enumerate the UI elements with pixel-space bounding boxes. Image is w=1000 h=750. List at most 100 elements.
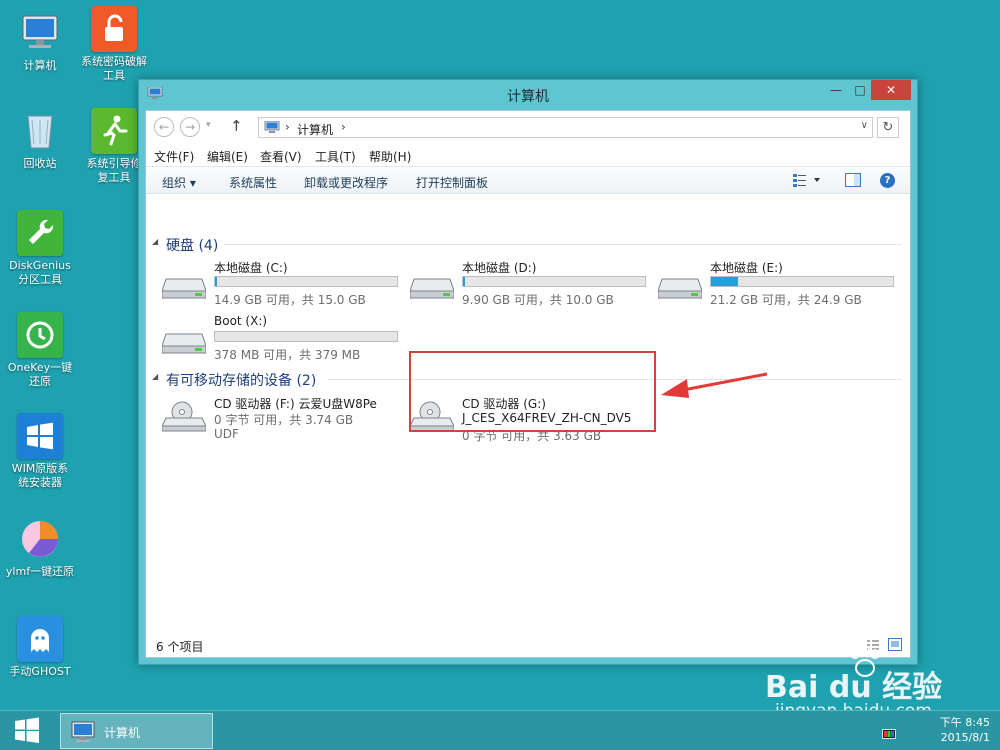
menu-edit[interactable]: 编辑(E)	[207, 148, 248, 165]
up-button[interactable]: ↑	[230, 117, 243, 135]
desktop-icon-password-tool[interactable]: 系统密码破解 工具	[74, 6, 154, 83]
explorer-window: 计算机 — □ ✕ ← → ▾ ↑ › 计算机 › ∨ ↻ 文件(F) 编辑(E…	[138, 79, 918, 665]
close-button[interactable]: ✕	[871, 80, 911, 100]
drive-name: 本地磁盘 (D:)	[462, 261, 537, 275]
drive-usage-bar	[214, 276, 398, 287]
preview-pane-icon[interactable]	[845, 173, 861, 187]
wrench-icon	[17, 210, 63, 256]
computer-icon	[17, 10, 63, 56]
minimize-button[interactable]: —	[823, 80, 849, 100]
cd-drive-icon	[162, 401, 206, 432]
menu-tools[interactable]: 工具(T)	[315, 148, 356, 165]
drive-f[interactable]: CD 驱动器 (F:) 云爱U盘W8Pe 0 字节 可用，共 3.74 GB U…	[162, 395, 402, 445]
hard-drive-icon	[162, 278, 206, 299]
desktop-icon-label: 计算机	[23, 59, 57, 72]
address-row: ← → ▾ ↑ › 计算机 › ∨ ↻	[146, 111, 910, 143]
desktop-icon-manual-ghost[interactable]: 手动GHOST	[0, 616, 80, 679]
desktop-icon-wim-installer[interactable]: WIM原版系 统安装器	[0, 413, 80, 490]
menu-help[interactable]: 帮助(H)	[369, 148, 411, 165]
desktop-icon-label: OneKey一键 还原	[7, 361, 73, 388]
status-bar: 6 个项目	[146, 635, 910, 657]
organize-button[interactable]: 组织 ▾	[162, 174, 196, 191]
pie-icon	[17, 516, 63, 562]
group-collapse-icon[interactable]: ◢	[152, 372, 158, 381]
taskbar: 计算机 下午 8:45 2015/8/1	[0, 710, 1000, 750]
windows-logo-icon	[15, 717, 39, 743]
command-bar: 组织 ▾ 系统属性 卸载或更改程序 打开控制面板 ?	[146, 166, 910, 194]
unlock-icon	[91, 6, 137, 52]
uninstall-program-button[interactable]: 卸载或更改程序	[304, 174, 388, 191]
address-dropdown-icon[interactable]: ∨	[861, 120, 868, 131]
desktop-icon-onekey[interactable]: OneKey一键 还原	[0, 312, 80, 389]
drive-name: 本地磁盘 (E:)	[710, 261, 783, 275]
desktop-icon-label: ylmf一键还原	[5, 565, 75, 578]
help-icon[interactable]: ?	[880, 173, 895, 188]
change-view-icon[interactable]	[792, 172, 822, 188]
breadcrumb-computer[interactable]: 计算机	[297, 121, 333, 138]
drive-usage-fill	[215, 277, 217, 286]
drive-free-space: 0 字节 可用，共 3.74 GB	[214, 413, 354, 427]
desktop-icon-computer[interactable]: 计算机	[0, 10, 80, 73]
taskbar-item-label: 计算机	[104, 726, 141, 740]
menu-file[interactable]: 文件(F)	[154, 148, 194, 165]
drive-usage-bar	[710, 276, 894, 287]
drive-d[interactable]: 本地磁盘 (D:) 9.90 GB 可用，共 10.0 GB	[410, 259, 650, 309]
system-clock[interactable]: 下午 8:45 2015/8/1	[940, 715, 990, 745]
back-button[interactable]: ←	[154, 117, 174, 137]
desktop-icon-label: 手动GHOST	[9, 665, 71, 678]
desktop-icon-diskgenius[interactable]: DiskGenius 分区工具	[0, 210, 80, 287]
baidu-brand: Bai du 经验	[765, 670, 943, 705]
desktop-icon-recycle-bin[interactable]: 回收站	[0, 108, 80, 171]
drive-usage-fill	[711, 277, 739, 286]
window-title: 计算机	[507, 89, 549, 105]
recycle-bin-icon	[17, 108, 63, 154]
drive-free-space: 378 MB 可用，共 379 MB	[214, 348, 361, 362]
drive-usage-bar	[462, 276, 646, 287]
clock-time: 下午 8:45	[939, 716, 990, 729]
system-properties-button[interactable]: 系统属性	[229, 174, 277, 191]
start-button[interactable]	[14, 717, 40, 743]
address-bar[interactable]: › 计算机 › ∨	[258, 117, 873, 138]
drive-name: Boot (X:)	[214, 314, 268, 328]
recent-locations-button[interactable]: ▾	[206, 120, 211, 130]
desktop-icon-label: 回收站	[23, 157, 57, 170]
large-icons-view-icon[interactable]	[888, 638, 902, 651]
restore-clock-icon	[17, 312, 63, 358]
display-icon[interactable]	[882, 729, 896, 741]
menu-view[interactable]: 查看(V)	[260, 148, 302, 165]
drive-free-space: 21.2 GB 可用，共 24.9 GB	[710, 293, 862, 307]
hard-drive-icon	[658, 278, 702, 299]
computer-icon	[71, 721, 95, 742]
drive-usage-fill	[463, 277, 465, 286]
computer-icon	[264, 121, 280, 133]
desktop-icon-label: WIM原版系 统安装器	[11, 462, 69, 489]
drive-c[interactable]: 本地磁盘 (C:) 14.9 GB 可用，共 15.0 GB	[162, 259, 402, 309]
item-count: 6 个项目	[156, 640, 204, 654]
group-divider	[224, 244, 902, 245]
maximize-button[interactable]: □	[849, 80, 871, 100]
drive-e[interactable]: 本地磁盘 (E:) 21.2 GB 可用，共 24.9 GB	[658, 259, 898, 309]
group-collapse-icon[interactable]: ◢	[152, 237, 158, 246]
drive-usage-bar	[214, 331, 398, 342]
drive-free-space: 14.9 GB 可用，共 15.0 GB	[214, 293, 366, 307]
drive-name: 本地磁盘 (C:)	[214, 261, 288, 275]
highlight-box	[409, 351, 656, 432]
ghost-icon	[17, 616, 63, 662]
running-man-icon	[91, 108, 137, 154]
annotation-arrow	[661, 372, 768, 398]
hard-drive-icon	[162, 333, 206, 354]
drive-free-space: 9.90 GB 可用，共 10.0 GB	[462, 293, 614, 307]
refresh-button[interactable]: ↻	[877, 117, 899, 138]
group-header-hard-disks[interactable]: 硬盘 (4)	[166, 235, 218, 255]
desktop-icon-label: DiskGenius 分区工具	[9, 259, 71, 286]
forward-button[interactable]: →	[180, 117, 200, 137]
desktop-icon-ylmf[interactable]: ylmf一键还原	[0, 516, 80, 579]
drive-x[interactable]: Boot (X:) 378 MB 可用，共 379 MB	[162, 314, 402, 364]
title-bar[interactable]: 计算机 — □ ✕	[139, 80, 917, 108]
clock-date: 2015/8/1	[940, 731, 990, 744]
open-control-panel-button[interactable]: 打开控制面板	[416, 174, 488, 191]
taskbar-item-computer[interactable]: 计算机	[60, 713, 213, 749]
group-header-removable[interactable]: 有可移动存储的设备 (2)	[166, 370, 316, 390]
breadcrumb-separator: ›	[341, 120, 346, 134]
drive-filesystem: UDF	[214, 427, 239, 441]
